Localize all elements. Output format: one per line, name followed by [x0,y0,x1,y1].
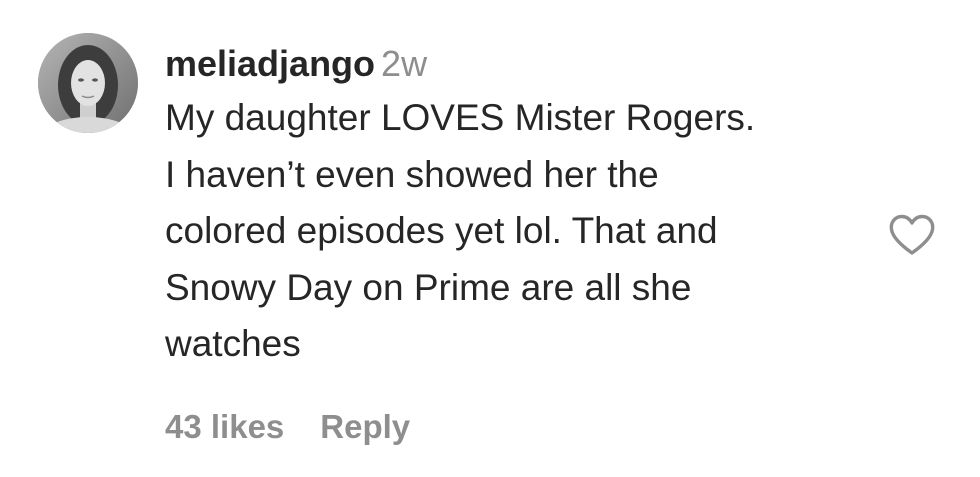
comment-text: My daughter LOVES Mister Rogers. I haven… [165,90,865,373]
avatar-image [38,33,138,133]
comment-text-line: Snowy Day on Prime are all she [165,266,692,308]
comment-header: meliadjango 2w [165,38,865,90]
heart-outline-icon [889,214,935,255]
comment-text-line: colored episodes yet lol. That and [165,210,718,251]
comment-text-line: I haven’t even showed her the [165,153,659,195]
timestamp[interactable]: 2w [381,43,427,84]
reply-button[interactable]: Reply [320,408,410,445]
comment-text-line: My daughter LOVES Mister Rogers. [165,97,756,138]
comment: meliadjango 2w My daughter LOVES Mister R… [0,0,980,477]
username-link[interactable]: meliadjango [165,43,375,84]
like-button[interactable] [888,213,936,257]
likes-count[interactable]: 43 likes [165,408,284,445]
comment-actions: 43 likes Reply [165,404,410,450]
comment-text-line: watches [165,323,301,364]
avatar[interactable] [38,33,138,133]
comment-body: meliadjango 2w My daughter LOVES Mister R… [165,38,865,373]
